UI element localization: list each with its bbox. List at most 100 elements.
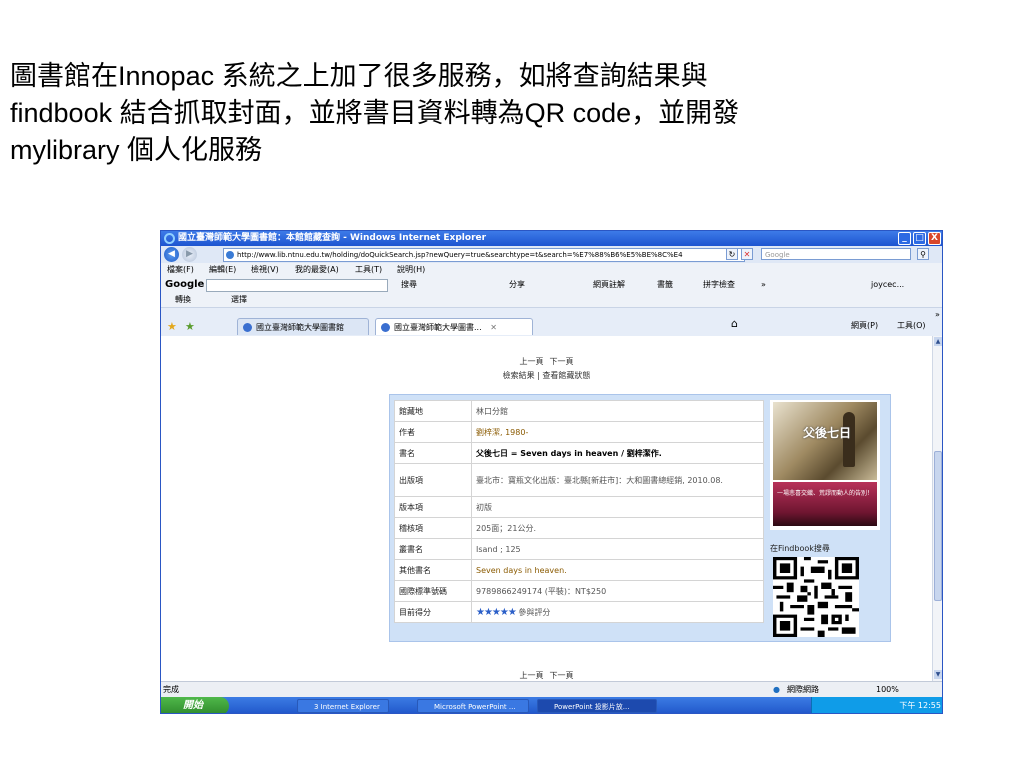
zoom-level[interactable]: 100% [876, 682, 899, 698]
google-search-button[interactable]: 搜尋 [401, 277, 417, 293]
links-bar: 轉換 選擇 [161, 293, 942, 308]
row-label: 其他書名 [394, 559, 472, 581]
qr-code-graphic [773, 557, 859, 637]
row-label: 國際標準號碼 [394, 580, 472, 602]
start-button[interactable]: 開始 [161, 697, 229, 713]
next-page-link[interactable]: 下一頁 [550, 671, 574, 680]
maximize-button[interactable]: □ [913, 232, 926, 245]
stop-button[interactable]: ✕ [741, 248, 753, 260]
menu-edit[interactable]: 編輯(E) [209, 263, 236, 277]
qr-code-icon[interactable] [773, 557, 859, 637]
results-link[interactable]: 檢索結果 [503, 371, 535, 380]
search-go-button[interactable]: ⚲ [917, 248, 929, 260]
url-text: http://www.lib.ntnu.edu.tw/holding/doQui… [237, 251, 683, 259]
row-value: 9789866249174 (平裝)：NT$250 [471, 580, 764, 602]
table-row: 稽核項 205面；21公分. [394, 517, 764, 539]
row-label: 書名 [394, 442, 472, 464]
menu-file[interactable]: 檔案(F) [167, 263, 194, 277]
google-annotate-button[interactable]: 網頁註解 [593, 277, 625, 293]
cover-photo: 父後七日 [773, 402, 877, 480]
url-input[interactable]: http://www.lib.ntnu.edu.tw/holding/doQui… [223, 248, 745, 262]
menu-tools[interactable]: 工具(T) [355, 263, 382, 277]
row-value: 初版 [471, 496, 764, 518]
table-row: 出版項 臺北市：寶瓶文化出版：臺北縣[新莊市]：大和圖書總經銷, 2010.08. [394, 463, 764, 497]
row-value[interactable]: 劉梓潔, 1980- [471, 421, 764, 443]
table-row: 叢書名 Isand ; 125 [394, 538, 764, 560]
google-spellcheck-button[interactable]: 拼字檢查 [703, 277, 735, 293]
row-label: 作者 [394, 421, 472, 443]
row-label: 目前得分 [394, 601, 472, 623]
scroll-up-icon[interactable]: ▲ [934, 337, 942, 346]
minimize-button[interactable]: _ [898, 232, 911, 245]
tab-library-home[interactable]: 國立臺灣師範大學圖書館 [237, 318, 369, 335]
row-value: 父後七日 = Seven days in heaven / 劉梓潔作. [471, 442, 764, 464]
pager-top: 上一頁 下一頁 [161, 356, 932, 367]
refresh-button[interactable]: ↻ [726, 248, 738, 260]
row-label: 出版項 [394, 463, 472, 497]
menu-bar: 檔案(F) 編輯(E) 檢視(V) 我的最愛(A) 工具(T) 說明(H) [161, 263, 942, 277]
row-value[interactable]: Seven days in heaven. [471, 559, 764, 581]
convert-button[interactable]: 轉換 [175, 293, 191, 307]
scroll-down-icon[interactable]: ▼ [934, 670, 942, 679]
row-label: 館藏地 [394, 400, 472, 422]
holdings-link[interactable]: 查看館藏狀態 [542, 371, 590, 380]
google-more-button[interactable]: » [761, 277, 766, 293]
menu-help[interactable]: 說明(H) [397, 263, 425, 277]
pager-links: 檢索結果 | 查看館藏狀態 [161, 370, 932, 381]
record-table: 館藏地 林口分館 作者 劉梓潔, 1980- 書名 父後七日 = Seven days… [394, 400, 764, 623]
row-label: 叢書名 [394, 538, 472, 560]
tab-library-search[interactable]: 國立臺灣師範大學圖書... ✕ [375, 318, 533, 335]
next-page-link[interactable]: 下一頁 [550, 357, 574, 366]
system-tray: 下午 12:55 [811, 697, 942, 713]
prev-page-link[interactable]: 上一頁 [520, 357, 544, 366]
page-menu-button[interactable]: 網頁(P) [851, 320, 878, 331]
command-more-button[interactable]: » [935, 310, 940, 319]
site-icon [381, 323, 390, 332]
back-button[interactable]: ◀ [164, 247, 179, 262]
vertical-scrollbar[interactable]: ▲ ▼ [932, 336, 942, 681]
title-bar: 國立臺灣師範大學圖書館：本館館藏查詢 - Windows Internet Ex… [161, 231, 942, 246]
taskbar-ppt-button[interactable]: Microsoft PowerPoint ... [417, 699, 529, 713]
taskbar-slideshow-button[interactable]: PowerPoint 投影片放... [537, 699, 657, 713]
add-favorites-icon[interactable]: ★ [185, 320, 195, 333]
forward-button[interactable]: ▶ [182, 247, 197, 262]
book-cover[interactable]: 父後七日 一場悲喜交織、荒謬而動人的告別！ [770, 400, 880, 530]
table-row: 書名 父後七日 = Seven days in heaven / 劉梓潔作. [394, 442, 764, 464]
status-text: 完成 [163, 685, 179, 694]
home-button[interactable]: ⌂ [731, 317, 738, 330]
menu-view[interactable]: 檢視(V) [251, 263, 279, 277]
select-button[interactable]: 選擇 [231, 293, 247, 307]
google-toolbar: Google 搜尋 分享 網頁註解 書籤 拼字檢查 » joycec... [161, 277, 942, 293]
rate-link[interactable]: 參與評分 [518, 608, 550, 617]
close-button[interactable]: X [928, 232, 941, 245]
findbook-label[interactable]: 在Findbook搜尋 [770, 543, 830, 554]
menu-favorites[interactable]: 我的最愛(A) [295, 263, 339, 277]
cover-band: 一場悲喜交織、荒謬而動人的告別！ [773, 482, 877, 526]
google-share-button[interactable]: 分享 [509, 277, 525, 293]
row-value: 臺北市：寶瓶文化出版：臺北縣[新莊市]：大和圖書總經銷, 2010.08. [471, 463, 764, 497]
clock: 下午 12:55 [899, 701, 941, 710]
table-row: 館藏地 林口分館 [394, 400, 764, 422]
row-value[interactable]: Isand ; 125 [471, 538, 764, 560]
search-input[interactable]: Google [761, 248, 911, 260]
google-logo: Google [165, 279, 205, 290]
pager-separator: | [537, 371, 540, 380]
favorites-star-icon[interactable]: ★ [167, 320, 177, 333]
tab-label: 國立臺灣師範大學圖書館 [256, 323, 344, 332]
tab-bar: ★ ★ 國立臺灣師範大學圖書館 國立臺灣師範大學圖書... ✕ ⌂ 網頁(P) … [161, 308, 942, 336]
google-user-button[interactable]: joycec... [871, 277, 904, 293]
slide-text: 圖書館在Innopac 系統之上加了很多服務，如將查詢結果與 findbook … [10, 58, 1010, 169]
slide-line-3: mylibrary 個人化服務 [10, 135, 263, 165]
tab-close-icon[interactable]: ✕ [490, 323, 497, 332]
google-bookmarks-button[interactable]: 書籤 [657, 277, 673, 293]
google-search-input[interactable] [206, 279, 388, 292]
scroll-thumb[interactable] [934, 451, 942, 601]
prev-page-link[interactable]: 上一頁 [520, 671, 544, 680]
table-row: 版本項 初版 [394, 496, 764, 518]
table-row: 目前得分 ★★★★★ 參與評分 [394, 601, 764, 623]
tools-menu-button[interactable]: 工具(O) [897, 320, 926, 331]
page-globe-icon [226, 251, 234, 259]
cover-title: 父後七日 [803, 426, 852, 440]
rating-stars-icon[interactable]: ★★★★★ [476, 607, 517, 618]
taskbar-ie-button[interactable]: 3 Internet Explorer [297, 699, 389, 713]
